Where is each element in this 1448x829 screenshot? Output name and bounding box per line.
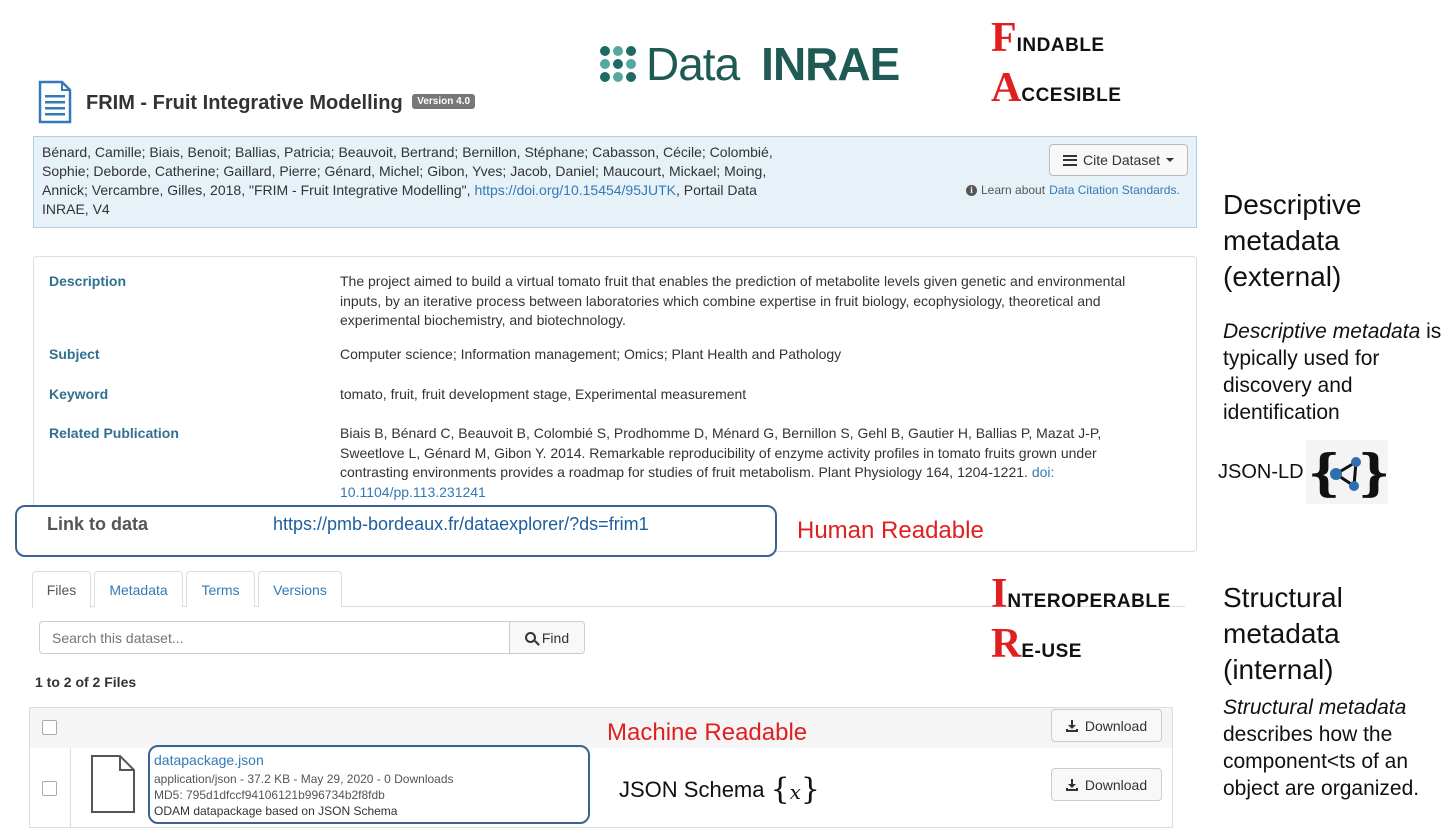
json-schema-note: JSON Schema {x}: [619, 772, 820, 807]
download-file-button[interactable]: Download: [1051, 768, 1162, 801]
dataset-title: FRIM - Fruit Integrative Modelling: [86, 92, 403, 114]
citation-text: Bénard, Camille; Biais, Benoit; Ballias,…: [42, 144, 773, 217]
link-to-data-label: Link to data: [47, 514, 149, 534]
link-to-data-url[interactable]: https://pmb-bordeaux.fr/dataexplorer/?ds…: [273, 514, 649, 535]
tab-metadata[interactable]: Metadata: [94, 571, 183, 607]
description-label: Description: [49, 273, 127, 289]
svg-text:}: }: [1358, 443, 1388, 502]
cite-dataset-button[interactable]: Cite Dataset: [1049, 144, 1188, 176]
tab-terms[interactable]: Terms: [186, 571, 255, 607]
logo-dots-icon: [600, 46, 636, 82]
select-all-checkbox[interactable]: [42, 720, 57, 735]
keyword-label: Keyword: [49, 386, 109, 402]
learn-citation-note: i Learn about Data Citation Standards.: [966, 183, 1180, 197]
related-publication-label: Related Publication: [49, 425, 179, 441]
json-ld-note: JSON-LD { }: [1218, 440, 1388, 504]
description-value: The project aimed to build a virtual tom…: [340, 273, 1126, 328]
files-table-header: [29, 707, 1173, 749]
logo-inrae-text: INRAE: [761, 38, 900, 90]
download-icon: [1065, 778, 1078, 791]
document-icon: [38, 80, 72, 124]
tab-versions[interactable]: Versions: [258, 571, 342, 607]
download-all-button[interactable]: Download: [1051, 709, 1162, 742]
doi-link[interactable]: https://doi.org/10.15454/95JUTK: [474, 182, 676, 198]
fair-reuse: RE-USE: [991, 621, 1082, 667]
file-row-checkbox[interactable]: [42, 781, 57, 796]
search-input[interactable]: [39, 621, 510, 654]
file-name-link[interactable]: datapackage.json: [154, 752, 264, 768]
machine-readable-note: Machine Readable: [607, 719, 808, 746]
download-icon: [1065, 719, 1078, 732]
file-icon: [91, 755, 135, 813]
json-schema-icon: {x}: [770, 772, 820, 807]
descriptive-heading: Descriptive metadata (external): [1223, 189, 1362, 292]
version-badge: Version 4.0: [412, 94, 476, 110]
fair-findable: FINDABLE: [991, 15, 1105, 61]
file-info: application/json - 37.2 KB - May 29, 202…: [154, 772, 454, 786]
structural-heading: Structural metadata (internal): [1223, 582, 1343, 685]
logo-data-text: Data: [646, 38, 740, 90]
related-publication-value: Biais B, Bénard C, Beauvoit B, Colombié …: [340, 425, 1102, 500]
structural-text: Structural metadata describes how the co…: [1223, 696, 1420, 800]
data-inrae-logo: Data INRAE: [600, 38, 900, 90]
citation-standards-link[interactable]: Data Citation Standards.: [1049, 183, 1180, 197]
fair-interoperable: INTEROPERABLE: [991, 571, 1171, 617]
tab-files[interactable]: Files: [32, 571, 91, 608]
json-ld-icon: { }: [1305, 440, 1388, 504]
caret-down-icon: [1166, 158, 1175, 162]
keyword-value: tomato, fruit, fruit development stage, …: [340, 386, 747, 402]
info-icon: i: [966, 184, 977, 196]
human-readable-note: Human Readable: [797, 517, 984, 544]
search-icon: [524, 632, 536, 643]
list-icon: [1062, 154, 1077, 166]
find-button[interactable]: Find: [509, 621, 585, 654]
page-title: FRIM - Fruit Integrative Modelling Versi…: [86, 92, 476, 115]
file-md5: MD5: 795d1dfccf94106121b996734b2f8fdb: [154, 788, 385, 802]
files-count: 1 to 2 of 2 Files: [35, 674, 137, 690]
file-description: ODAM datapackage based on JSON Schema: [154, 804, 398, 818]
subject-label: Subject: [49, 346, 100, 362]
fair-accessible: ACCESIBLE: [991, 65, 1122, 111]
subject-value: Computer science; Information management…: [340, 346, 842, 362]
descriptive-text: Descriptive metadata is typically used f…: [1223, 320, 1442, 424]
row-divider: [70, 748, 71, 828]
